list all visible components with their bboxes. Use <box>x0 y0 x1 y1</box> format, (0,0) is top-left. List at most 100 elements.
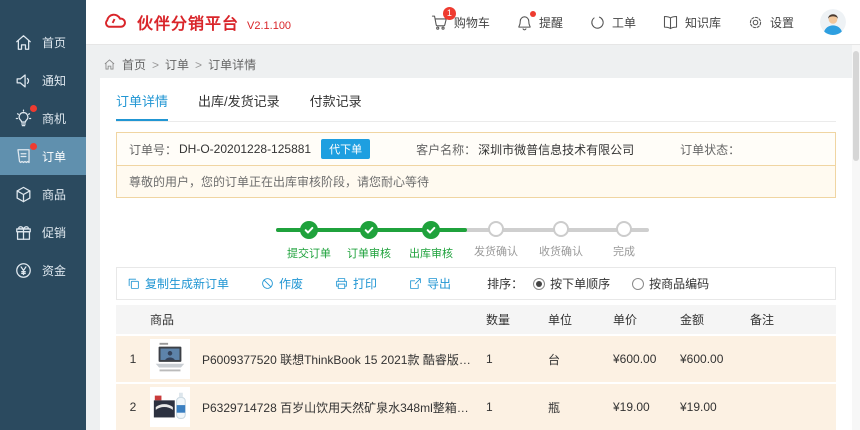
col-product: 商品 <box>146 311 198 328</box>
speaker-icon <box>13 70 33 90</box>
home-icon <box>13 32 33 52</box>
nav-knowledge[interactable]: 知识库 <box>662 13 721 31</box>
sidebar-item-funds[interactable]: 资金 <box>0 251 86 289</box>
breadcrumb-item[interactable]: 首页 <box>122 56 146 73</box>
tab-payment-record[interactable]: 付款记录 <box>310 91 362 121</box>
nav-settings[interactable]: 设置 <box>747 13 794 31</box>
sidebar-item-home[interactable]: 首页 <box>0 23 86 61</box>
copy-icon <box>127 277 140 290</box>
step-submit: 提交订单 <box>279 221 339 261</box>
step-ship-confirm: 发货确认 <box>466 221 526 259</box>
breadcrumb-separator: > <box>195 58 202 72</box>
nav-alerts[interactable]: 提醒 <box>516 13 563 31</box>
sidebar-item-products[interactable]: 商品 <box>0 175 86 213</box>
sort-by-order-radio[interactable]: 按下单顺序 <box>533 275 610 292</box>
sort-by-sku-radio[interactable]: 按商品编码 <box>632 275 709 292</box>
cloud-logo-icon <box>102 10 129 35</box>
sidebar-item-label: 首页 <box>42 34 66 51</box>
sidebar-item-label: 商品 <box>42 186 66 203</box>
order-info-box: 订单号： DH-O-20201228-125881 代下单 客户名称： 深圳市微… <box>116 132 836 198</box>
nav-label: 工单 <box>612 14 636 31</box>
home-icon <box>103 58 116 71</box>
order-status-label: 订单状态： <box>680 141 740 158</box>
col-amount: 金额 <box>676 311 746 328</box>
table-row[interactable]: 1 P6009377520 联想ThinkBook 15 2021款 酷睿版 英… <box>116 336 836 382</box>
export-button[interactable]: 导出 <box>409 275 451 292</box>
col-remark: 备注 <box>746 311 836 328</box>
top-nav: 1 购物车 提醒 工单 知识库 设置 <box>431 9 846 35</box>
product-image <box>150 387 190 427</box>
order-no-label: 订单号： <box>129 141 177 158</box>
product-name[interactable]: P6009377520 联想ThinkBook 15 2021款 酷睿版 英特尔… <box>198 351 482 368</box>
bell-icon <box>516 13 534 31</box>
check-icon <box>300 221 318 239</box>
app-title: 伙伴分销平台 <box>137 10 239 34</box>
step-dot <box>488 221 504 237</box>
sidebar-item-opportunity[interactable]: 商机 <box>0 99 86 137</box>
order-icon <box>13 146 33 166</box>
product-name[interactable]: P6329714728 百岁山饮用天然矿泉水348ml整箱小瓶运动饮料轻便随..… <box>198 399 482 416</box>
tab-order-detail[interactable]: 订单详情 <box>116 91 168 121</box>
ring-icon <box>589 13 607 31</box>
radio-checked-icon <box>533 278 545 290</box>
logo: 伙伴分销平台 V2.1.100 <box>102 10 291 35</box>
void-order-button[interactable]: 作废 <box>261 275 303 292</box>
breadcrumb: 首页 > 订单 > 订单详情 <box>86 45 860 73</box>
sidebar-item-label: 资金 <box>42 262 66 279</box>
vertical-scrollbar[interactable] <box>852 45 860 430</box>
step-outbound-review: 出库审核 <box>401 221 461 261</box>
print-button[interactable]: 打印 <box>335 275 377 292</box>
col-price: 单价 <box>609 311 676 328</box>
order-detail-card: 订单详情 出库/发货记录 付款记录 订单号： DH-O-20201228-125… <box>100 78 852 430</box>
row-qty: 1 <box>482 400 544 414</box>
row-unit: 台 <box>544 351 609 368</box>
row-index: 1 <box>116 352 146 366</box>
cart-badge: 1 <box>443 7 456 20</box>
step-order-review: 订单审核 <box>339 221 399 261</box>
copy-order-button[interactable]: 复制生成新订单 <box>127 275 229 292</box>
topbar: 伙伴分销平台 V2.1.100 1 购物车 提醒 工单 <box>86 0 860 45</box>
table-row[interactable]: 2 P6329714728 百岁山饮用天然矿泉水348ml整箱小瓶运动饮料轻便随… <box>116 384 836 430</box>
yen-icon <box>13 260 33 280</box>
sidebar-item-promotion[interactable]: 促销 <box>0 213 86 251</box>
tab-shipping-record[interactable]: 出库/发货记录 <box>198 91 280 121</box>
breadcrumb-item[interactable]: 订单 <box>165 56 189 73</box>
main-content: 首页 > 订单 > 订单详情 订单详情 出库/发货记录 付款记录 订单号： DH… <box>86 45 860 430</box>
customer-name: 深圳市微普信息技术有限公司 <box>478 141 634 158</box>
user-avatar[interactable] <box>820 9 846 35</box>
row-index: 2 <box>116 400 146 414</box>
sidebar-item-label: 订单 <box>42 148 66 165</box>
row-unit: 瓶 <box>544 399 609 416</box>
sidebar-item-label: 促销 <box>42 224 66 241</box>
app-version: V2.1.100 <box>247 20 291 32</box>
customer-label: 客户名称： <box>416 141 476 158</box>
order-no: DH-O-20201228-125881 <box>179 142 311 156</box>
nav-workorder[interactable]: 工单 <box>589 13 636 31</box>
sidebar: 首页 通知 商机 订单 商品 促销 资金 <box>0 0 86 430</box>
scrollbar-thumb[interactable] <box>853 51 859 161</box>
order-info-row: 订单号： DH-O-20201228-125881 代下单 客户名称： 深圳市微… <box>117 133 835 166</box>
breadcrumb-item: 订单详情 <box>208 56 256 73</box>
row-qty: 1 <box>482 352 544 366</box>
export-icon <box>409 277 422 290</box>
order-toolbar: 复制生成新订单 作废 打印 导出 排序： 按下单顺序 按商品编码 <box>116 267 836 300</box>
cube-icon <box>13 184 33 204</box>
row-price: ¥600.00 <box>609 352 676 366</box>
sidebar-item-notice[interactable]: 通知 <box>0 61 86 99</box>
red-dot-badge <box>30 143 37 150</box>
nav-label: 购物车 <box>454 14 490 31</box>
breadcrumb-separator: > <box>152 58 159 72</box>
nav-label: 知识库 <box>685 14 721 31</box>
bulb-icon <box>13 108 33 128</box>
nav-cart[interactable]: 1 购物车 <box>431 13 490 31</box>
cart-icon: 1 <box>431 13 449 31</box>
sidebar-item-orders[interactable]: 订单 <box>0 137 86 175</box>
nav-label: 设置 <box>770 14 794 31</box>
col-unit: 单位 <box>544 311 609 328</box>
order-progress-steps: 提交订单 订单审核 出库审核 发货确认 收货确认 完成 <box>116 211 836 263</box>
nav-label: 提醒 <box>539 14 563 31</box>
book-icon <box>662 13 680 31</box>
gift-icon <box>13 222 33 242</box>
sort-label: 排序： <box>487 275 523 292</box>
ban-icon <box>261 277 274 290</box>
